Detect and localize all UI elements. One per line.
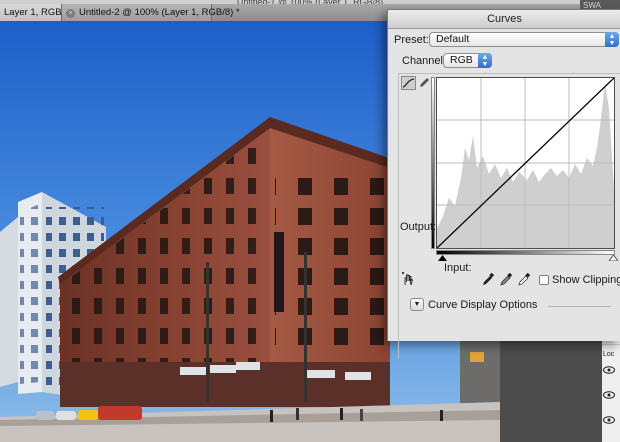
dialog-title[interactable]: Curves [388,10,620,29]
gray-eyedropper-icon[interactable] [500,273,512,286]
popup-arrow-icon: ▲ ▼ [478,53,492,68]
close-icon[interactable]: × [66,9,75,18]
input-label: Input: [444,262,472,274]
tab-untitled-2[interactable]: × Untitled-2 @ 100% (Layer 1, RGB/8) * [62,4,240,21]
curve-edit-button[interactable] [401,76,416,90]
black-point-slider[interactable] [438,255,447,261]
black-eyedropper-icon[interactable] [482,273,494,286]
hand-target-icon[interactable] [402,272,416,286]
show-clipping-label: Show Clipping [552,274,620,286]
preset-select[interactable]: Default ▲ ▼ [429,32,619,47]
channel-value: RGB [450,54,473,66]
tab-untitled-1[interactable]: Layer 1, RGB/8) * [0,4,79,21]
curves-dialog: Curves Preset: Default ▲ ▼ Channel: RGB ▲… [387,9,620,359]
channel-label: Channel: [402,55,447,67]
tab-label: Untitled-2 @ 100% (Layer 1, RGB/8) * [79,7,240,18]
curves-graph[interactable] [436,77,615,249]
preset-label: Preset: [394,34,429,46]
channel-select[interactable]: RGB ▲ ▼ [443,53,492,68]
eye-icon[interactable] [603,416,615,424]
curve-display-options-label: Curve Display Options [428,299,538,311]
disclosure-triangle-icon: ▼ [413,301,421,308]
popup-arrow-icon: ▲ ▼ [605,32,619,47]
section-divider [548,306,611,307]
curve-display-options-toggle[interactable]: ▼ [410,298,424,311]
curve-plot [436,77,615,249]
white-point-slider[interactable] [609,255,618,261]
preset-value: Default [436,33,470,45]
show-clipping-checkbox[interactable] [539,275,549,285]
white-eyedropper-icon[interactable] [518,273,530,286]
output-label: Output: [400,221,437,233]
pencil-icon [420,78,429,87]
eye-icon[interactable] [603,391,615,399]
curve-edit-icon [402,78,415,88]
input-gradient-bar [436,250,615,255]
eye-icon[interactable] [603,366,615,374]
